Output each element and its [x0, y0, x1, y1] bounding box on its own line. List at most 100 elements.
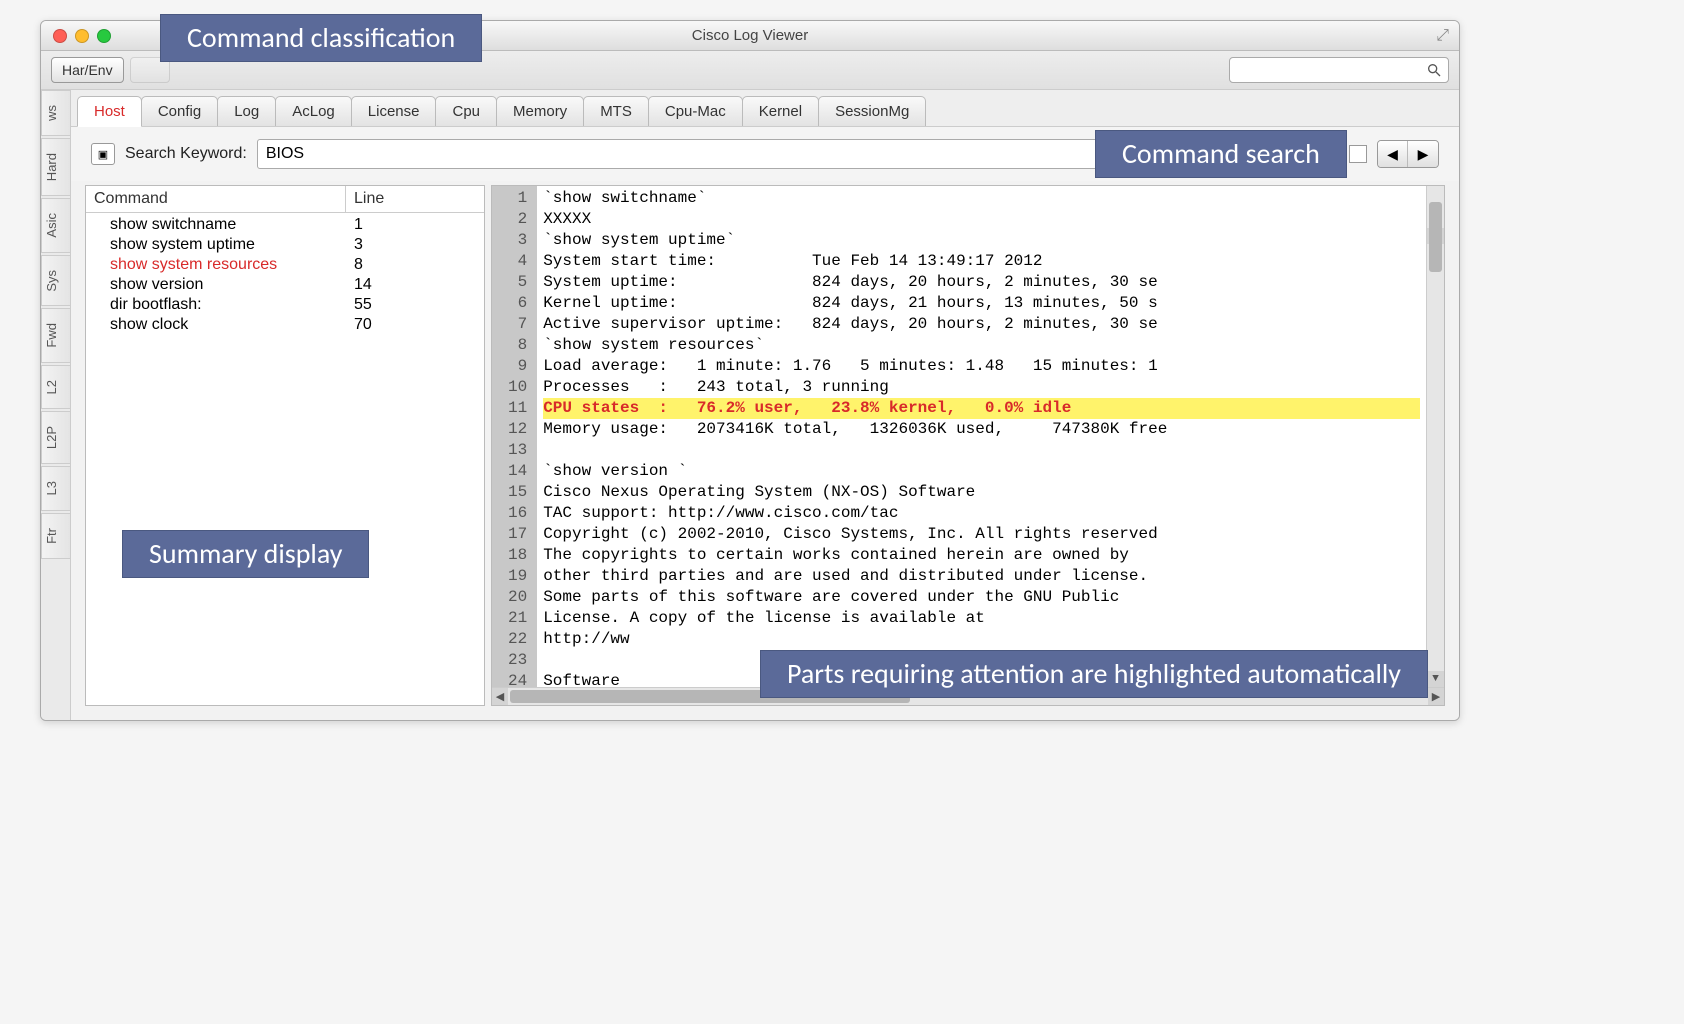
line-number: 21 [508, 608, 527, 629]
line-number: 9 [508, 356, 527, 377]
fullscreen-icon[interactable]: ⤢ [1436, 27, 1449, 45]
tab-kernel[interactable]: Kernel [742, 96, 819, 126]
keyword-label: Search Keyword: [125, 145, 247, 163]
callout-search: Command search [1095, 130, 1347, 178]
side-tab-sys[interactable]: Sys [41, 255, 70, 307]
keyword-input[interactable] [257, 139, 1218, 169]
line-number: 10 [508, 377, 527, 398]
line-number: 12 [508, 419, 527, 440]
search-icon [1426, 62, 1442, 78]
command-row[interactable]: show system uptime3 [86, 235, 484, 255]
vscroll-thumb[interactable] [1429, 202, 1442, 272]
log-line: Active supervisor uptime: 824 days, 20 h… [543, 314, 1420, 335]
side-tab-l2[interactable]: L2 [41, 365, 70, 409]
line-number: 19 [508, 566, 527, 587]
command-line-number: 1 [346, 216, 484, 234]
log-line: Load average: 1 minute: 1.76 5 minutes: … [543, 356, 1420, 377]
vertical-scrollbar[interactable]: ▲ ▼ [1426, 186, 1444, 687]
command-row[interactable]: show clock70 [86, 315, 484, 335]
tab-license[interactable]: License [351, 96, 437, 126]
side-tabstrip: wsHardAsicSysFwdL2L2PL3 Ftr [41, 90, 71, 720]
command-row[interactable]: show switchname1 [86, 215, 484, 235]
line-number: 24 [508, 671, 527, 687]
tab-config[interactable]: Config [141, 96, 218, 126]
side-tab-ws[interactable]: ws [41, 90, 70, 136]
callout-classification: Command classification [160, 14, 482, 62]
search-next-button[interactable]: ▶ [1408, 141, 1438, 167]
callout-highlight: Parts requiring attention are highlighte… [760, 650, 1428, 698]
log-line: Some parts of this software are covered … [543, 587, 1420, 608]
line-number: 15 [508, 482, 527, 503]
minimize-icon[interactable] [75, 29, 89, 43]
content-panes: Command Line show switchname1show system… [71, 181, 1459, 720]
command-rows: show switchname1show system uptime3show … [86, 213, 484, 337]
window-title: Cisco Log Viewer [692, 27, 808, 44]
header-line[interactable]: Line [346, 186, 484, 212]
line-number: 8 [508, 335, 527, 356]
tab-host[interactable]: Host [77, 96, 142, 127]
callout-summary: Summary display [122, 530, 369, 578]
line-number: 2 [508, 209, 527, 230]
log-line: Cisco Nexus Operating System (NX-OS) Sof… [543, 482, 1420, 503]
close-icon[interactable] [53, 29, 67, 43]
line-number: 6 [508, 293, 527, 314]
scroll-right-icon[interactable]: ▶ [1428, 688, 1444, 705]
command-row[interactable]: show system resources8 [86, 255, 484, 275]
log-content[interactable]: `show switchname`XXXXX`show system uptim… [537, 186, 1426, 687]
side-tab-ftr[interactable]: Ftr [41, 513, 70, 559]
command-line-number: 14 [346, 276, 484, 294]
har-env-button[interactable]: Har/Env [51, 57, 124, 83]
log-line: other third parties and are used and dis… [543, 566, 1420, 587]
command-list-header: Command Line [86, 186, 484, 213]
scroll-left-icon[interactable]: ◀ [492, 688, 508, 705]
header-command[interactable]: Command [86, 186, 346, 212]
tab-cpu-mac[interactable]: Cpu-Mac [648, 96, 743, 126]
log-line: `show system uptime` [543, 230, 1420, 251]
side-tab-l3[interactable]: L3 [41, 466, 70, 510]
tab-log[interactable]: Log [217, 96, 276, 126]
search-nav: ◀ ▶ [1377, 140, 1439, 168]
log-line: `show version ` [543, 461, 1420, 482]
line-number: 16 [508, 503, 527, 524]
log-line: Kernel uptime: 824 days, 21 hours, 13 mi… [543, 293, 1420, 314]
log-pane: 1234567891011121314151617181920212223242… [491, 185, 1445, 706]
side-tab-asic[interactable]: Asic [41, 198, 70, 253]
log-line: System start time: Tue Feb 14 13:49:17 2… [543, 251, 1420, 272]
side-tab-fwd[interactable]: Fwd [41, 308, 70, 363]
command-row[interactable]: dir bootflash:55 [86, 295, 484, 315]
line-number: 11 [508, 398, 527, 419]
line-number: 14 [508, 461, 527, 482]
tab-cpu[interactable]: Cpu [435, 96, 497, 126]
line-number: 4 [508, 251, 527, 272]
traffic-lights [53, 29, 111, 43]
global-search-input[interactable] [1229, 57, 1449, 83]
case-sensitive-checkbox[interactable] [1349, 145, 1367, 163]
tab-memory[interactable]: Memory [496, 96, 584, 126]
log-line: Memory usage: 2073416K total, 1326036K u… [543, 419, 1420, 440]
line-number: 23 [508, 650, 527, 671]
scroll-down-icon[interactable]: ▼ [1427, 671, 1444, 687]
tab-aclog[interactable]: AcLog [275, 96, 352, 126]
zoom-icon[interactable] [97, 29, 111, 43]
line-number-gutter: 1234567891011121314151617181920212223242… [492, 186, 537, 687]
command-row[interactable]: show version14 [86, 275, 484, 295]
log-line: Processes : 243 total, 3 running [543, 377, 1420, 398]
side-tab-l2p[interactable]: L2P [41, 411, 70, 464]
command-list-pane: Command Line show switchname1show system… [85, 185, 485, 706]
line-number: 18 [508, 545, 527, 566]
log-line: `show system resources` [543, 335, 1420, 356]
side-tab-hard[interactable]: Hard [41, 138, 70, 196]
command-name: show clock [86, 316, 346, 334]
log-line: TAC support: http://www.cisco.com/tac [543, 503, 1420, 524]
log-line: XXXXX [543, 209, 1420, 230]
search-prev-button[interactable]: ◀ [1378, 141, 1408, 167]
keyword-icon[interactable]: ▣ [91, 143, 115, 165]
tab-sessionmg[interactable]: SessionMg [818, 96, 926, 126]
log-line: CPU states : 76.2% user, 23.8% kernel, 0… [543, 398, 1420, 419]
log-body: 1234567891011121314151617181920212223242… [492, 186, 1444, 687]
log-line [543, 440, 1420, 461]
line-number: 17 [508, 524, 527, 545]
tab-mts[interactable]: MTS [583, 96, 649, 126]
command-line-number: 55 [346, 296, 484, 314]
main-area: HostConfigLogAcLogLicenseCpuMemoryMTSCpu… [71, 90, 1459, 720]
